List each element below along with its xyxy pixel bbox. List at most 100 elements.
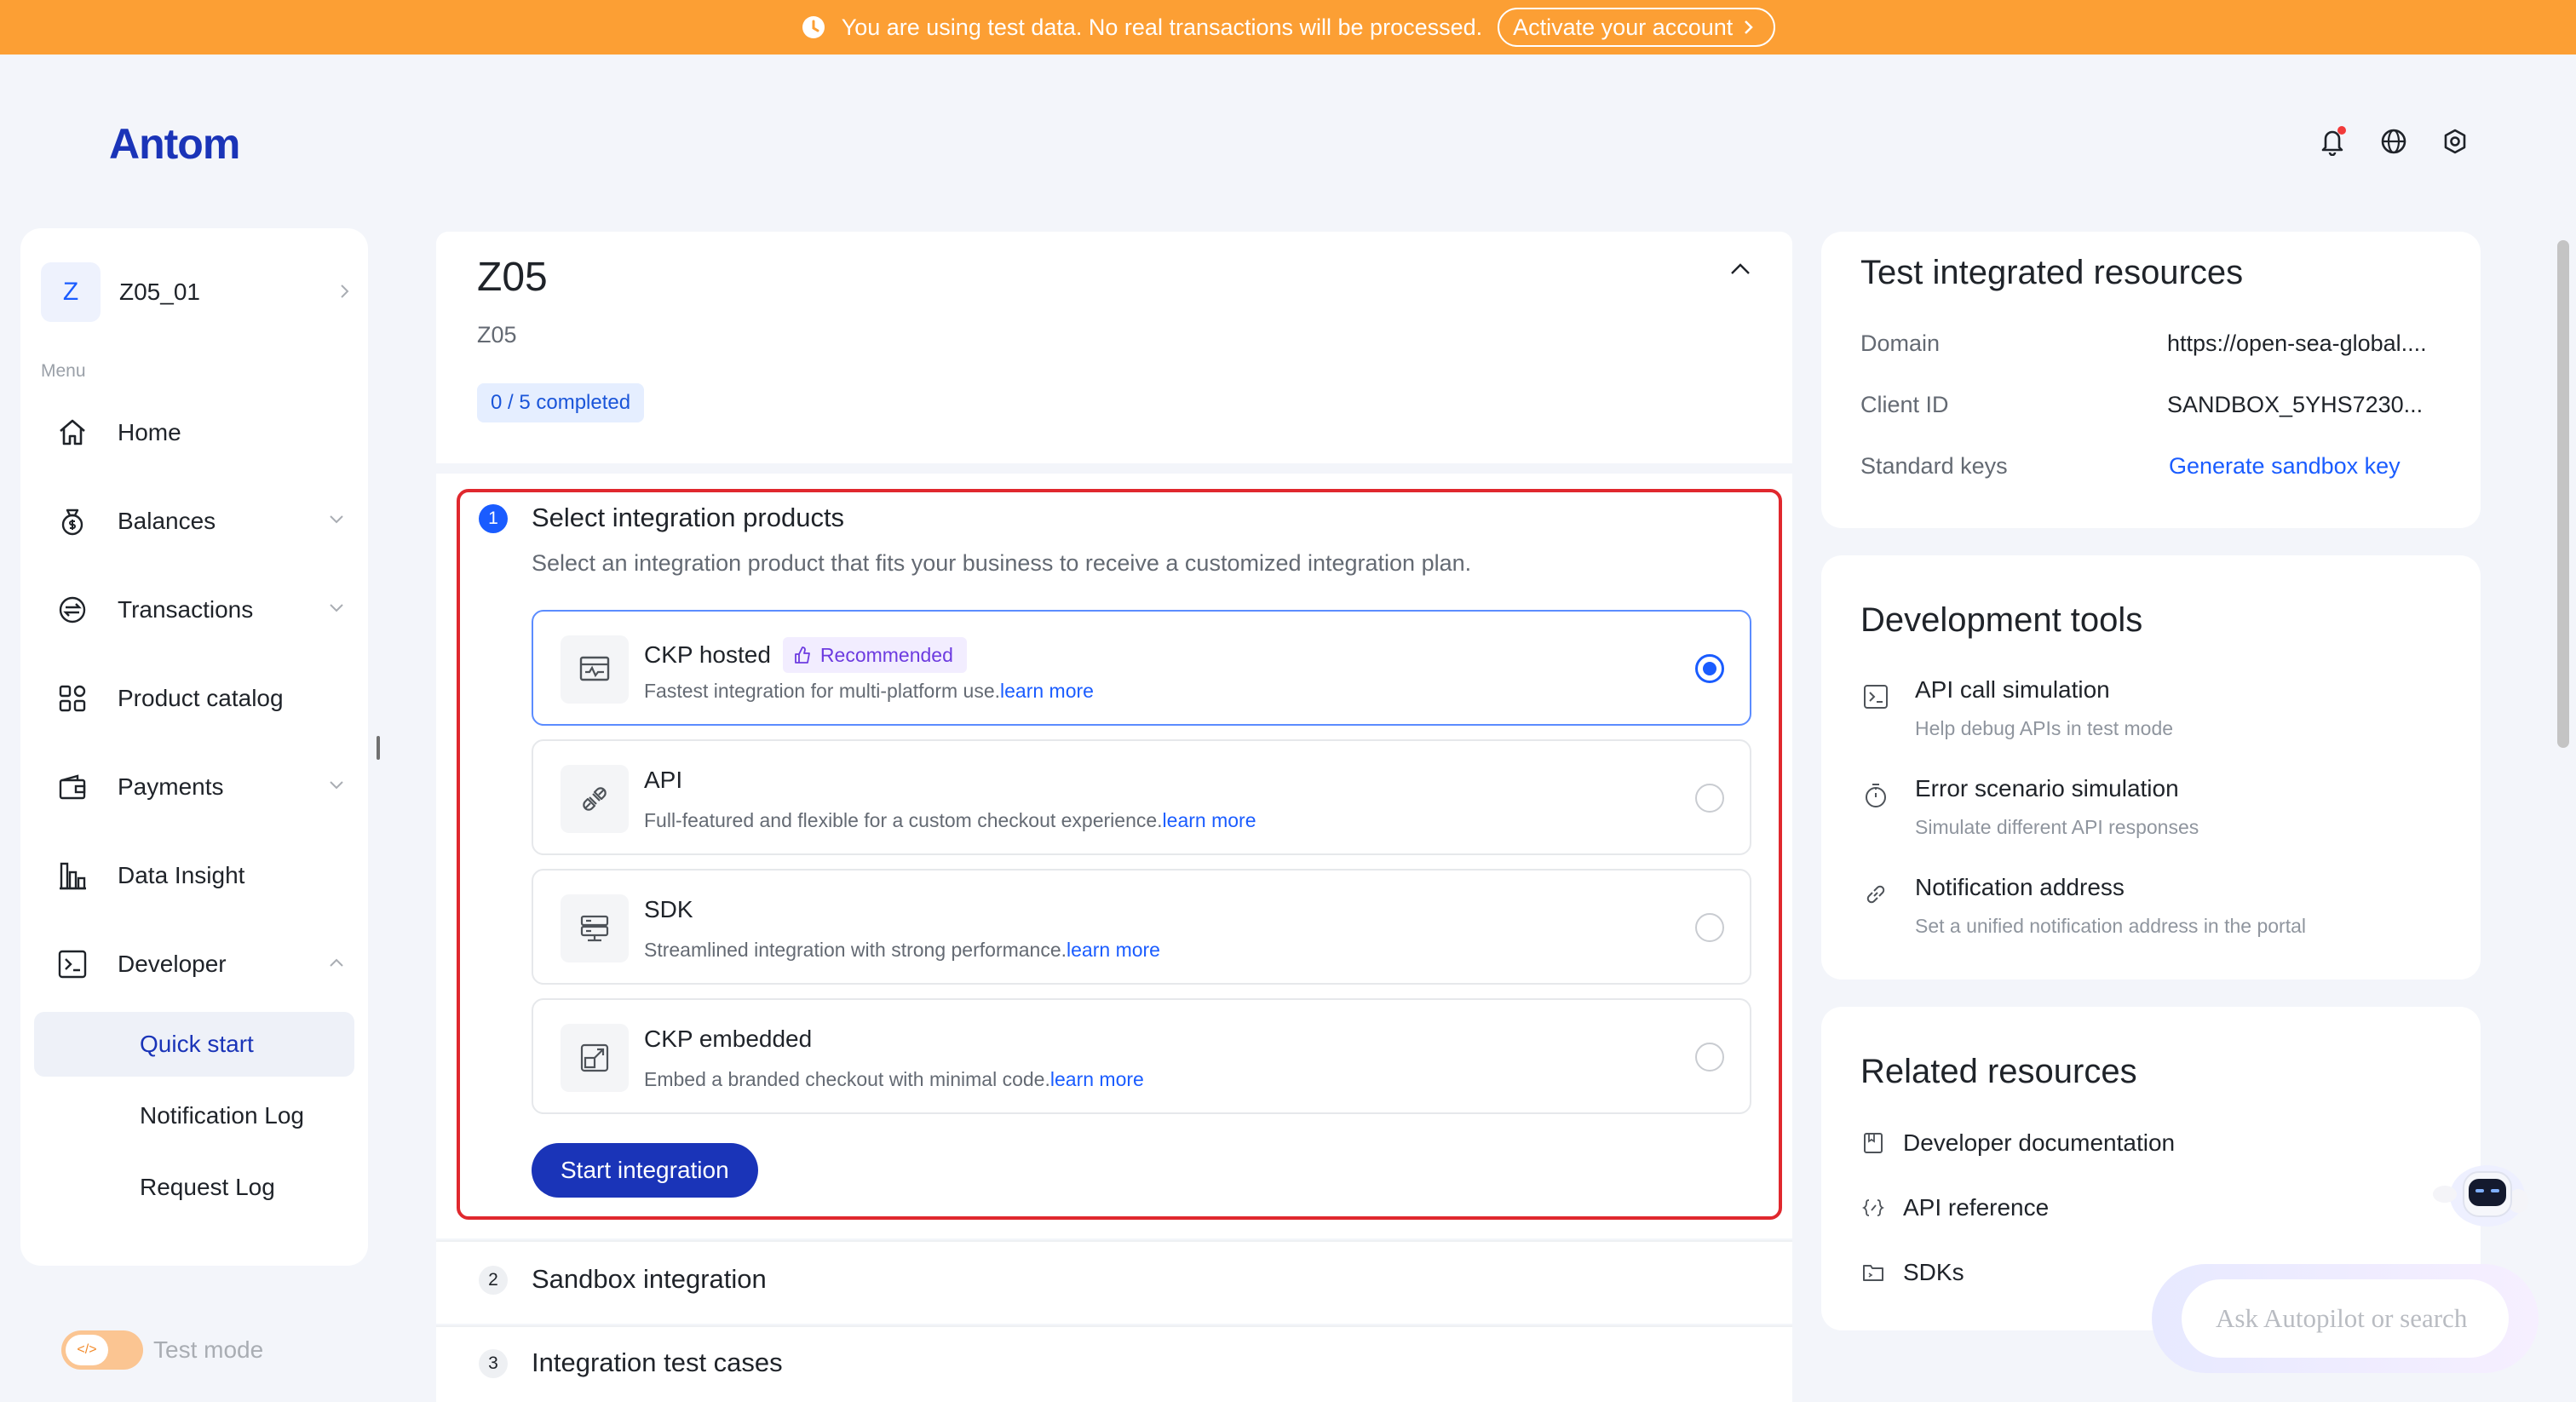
option-title: API: [644, 767, 683, 793]
language-button[interactable]: [2377, 124, 2411, 158]
step-title: Integration test cases: [532, 1347, 783, 1377]
option-description: Streamlined integration with strong perf…: [644, 939, 1067, 961]
tool-error-scenario-simulation[interactable]: Error scenario simulation Simulate diffe…: [1860, 775, 2457, 852]
code-icon: </>: [66, 1335, 108, 1365]
step-description: Select an integration product that fits …: [532, 550, 1472, 576]
chevron-up-icon: [330, 958, 343, 967]
account-avatar: Z: [41, 262, 101, 322]
option-radio[interactable]: [1695, 913, 1724, 942]
sidebar-item-transactions[interactable]: Transactions: [55, 584, 348, 635]
settings-button[interactable]: [2438, 124, 2472, 158]
notification-bell-button[interactable]: [2315, 124, 2349, 158]
step-title: Select integration products: [532, 503, 845, 532]
sidebar-item-home[interactable]: Home: [55, 407, 348, 458]
globe-icon: [2381, 129, 2406, 154]
tool-description: Help debug APIs in test mode: [1915, 717, 2174, 739]
domain-label: Domain: [1860, 330, 1941, 356]
terminal-icon: [55, 946, 90, 982]
learn-more-link[interactable]: learn more: [1050, 1068, 1144, 1090]
generate-sandbox-key-link[interactable]: Generate sandbox key: [2169, 453, 2401, 480]
sidebar-subitem-quick-start[interactable]: Quick start: [34, 1012, 354, 1077]
test-resources-card: Test integrated resources Domain https:/…: [1821, 232, 2481, 528]
standard-keys-label: Standard keys: [1860, 453, 2008, 479]
chevron-down-icon: [330, 515, 343, 524]
learn-more-link[interactable]: learn more: [1067, 939, 1160, 961]
sidebar-item-balances[interactable]: Balances: [55, 496, 348, 547]
option-title: CKP embedded: [644, 1026, 813, 1052]
option-description: Fastest integration for multi-platform u…: [644, 680, 1000, 702]
test-mode-toggle[interactable]: </> Test mode: [61, 1330, 263, 1370]
option-ckp-hosted[interactable]: CKP hosted Recommended Fastest integrati…: [532, 610, 1751, 726]
sidebar-subitem-request-log[interactable]: Request Log: [34, 1155, 354, 1220]
tool-api-call-simulation[interactable]: API call simulation Help debug APIs in t…: [1860, 676, 2457, 753]
account-switcher[interactable]: Z Z05_01: [41, 262, 351, 322]
tool-title: Notification address: [1915, 874, 2125, 900]
menu-label: Menu: [41, 361, 86, 381]
sidebar-resize-handle[interactable]: [377, 736, 380, 760]
bar-chart-icon: [55, 858, 90, 893]
chevron-right-icon: [1745, 20, 1754, 34]
sidebar-item-payments[interactable]: Payments: [55, 761, 348, 813]
server-icon: [561, 894, 629, 962]
sidebar-item-label: Payments: [118, 773, 224, 800]
resource-api-reference[interactable]: API reference: [1860, 1191, 2049, 1225]
sidebar-item-label: Product catalog: [118, 685, 284, 711]
option-description: Embed a branded checkout with minimal co…: [644, 1068, 1050, 1090]
gear-icon: [2444, 129, 2466, 154]
chevron-down-icon: [330, 604, 343, 612]
client-id-label: Client ID: [1860, 392, 1949, 417]
account-name: Z05_01: [119, 279, 200, 305]
tool-title: Error scenario simulation: [1915, 775, 2179, 802]
home-icon: [55, 415, 90, 451]
resource-sdks[interactable]: SDKs: [1860, 1255, 1964, 1290]
thumbs-up-icon: [795, 646, 810, 664]
sidebar-item-label: Developer: [118, 951, 227, 977]
start-integration-button[interactable]: Start integration: [532, 1143, 758, 1198]
sidebar-item-data-insight[interactable]: Data Insight: [55, 850, 348, 901]
autopilot-robot-icon[interactable]: [2428, 1152, 2530, 1237]
transactions-icon: [55, 592, 90, 628]
sidebar-subitem-notification-log[interactable]: Notification Log: [34, 1083, 354, 1148]
learn-more-link[interactable]: learn more: [1163, 809, 1256, 831]
resource-label: Developer documentation: [1903, 1129, 2176, 1156]
test-data-banner: You are using test data. No real transac…: [0, 0, 2576, 55]
stopwatch-icon: [1860, 780, 1891, 811]
activate-account-button[interactable]: Activate your account: [1498, 8, 1776, 47]
sidebar-item-label: Transactions: [118, 596, 254, 623]
sidebar-item-product-catalog[interactable]: Product catalog: [55, 673, 348, 724]
step-integration-test-cases[interactable]: 3 Integration test cases: [436, 1325, 1792, 1402]
option-ckp-embedded[interactable]: CKP embedded Embed a branded checkout wi…: [532, 998, 1751, 1114]
option-sdk[interactable]: SDK Streamlined integration with strong …: [532, 869, 1751, 985]
tool-title: API call simulation: [1915, 676, 2110, 703]
card-title: Related resources: [1860, 1053, 2137, 1090]
learn-more-link[interactable]: learn more: [1000, 680, 1094, 702]
activate-account-label: Activate your account: [1513, 14, 1734, 40]
project-header-card: Z05 Z05 0 / 5 completed: [436, 232, 1792, 463]
monitor-chart-icon: [561, 635, 629, 704]
option-api[interactable]: API Full-featured and flexible for a cus…: [532, 739, 1751, 855]
sidebar-item-developer[interactable]: Developer: [55, 939, 348, 990]
step-sandbox-integration[interactable]: 2 Sandbox integration: [436, 1240, 1792, 1324]
antom-logo[interactable]: Antom: [109, 119, 240, 169]
resource-developer-documentation[interactable]: Developer documentation: [1860, 1126, 2175, 1160]
option-radio-selected[interactable]: [1695, 654, 1724, 683]
sidebar-item-label: Balances: [118, 508, 216, 534]
resource-label: API reference: [1903, 1194, 2050, 1221]
grid-icon: [55, 681, 90, 716]
card-title: Development tools: [1860, 601, 2143, 639]
tool-notification-address[interactable]: Notification address Set a unified notif…: [1860, 874, 2457, 951]
link-icon: [1860, 879, 1891, 910]
sidebar: Z Z05_01 Menu Home Balances Transactions…: [20, 228, 368, 1266]
option-radio[interactable]: [1695, 1043, 1724, 1072]
option-title: CKP hosted: [644, 641, 771, 668]
money-bag-icon: [55, 503, 90, 539]
document-icon: [1860, 1130, 1886, 1156]
clock-icon: [802, 16, 825, 38]
sidebar-item-label: Home: [118, 419, 181, 445]
page-scrollbar[interactable]: [2557, 240, 2569, 748]
option-description: Full-featured and flexible for a custom …: [644, 809, 1163, 831]
autopilot-search-input[interactable]: [2182, 1279, 2509, 1358]
chevron-up-icon[interactable]: [1729, 262, 1751, 276]
option-radio[interactable]: [1695, 784, 1724, 813]
sidebar-item-label: Data Insight: [118, 862, 245, 888]
